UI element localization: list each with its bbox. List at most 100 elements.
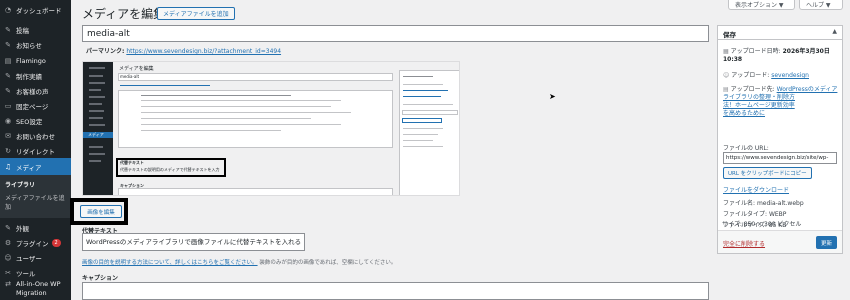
preview-alt-value: 代替テキストの説明用のメディアで代替テキストを入力 [120, 167, 220, 172]
add-media-button[interactable]: メディアファイルを追加 [157, 7, 235, 20]
media-submenu: ライブラリ メディアファイルを追 加 [0, 175, 71, 218]
uploaded-by-label: アップロード: [731, 72, 770, 79]
sidebar-item-label: リダイレクト [16, 147, 55, 156]
file-type-value: WEBP [768, 211, 787, 218]
sidebar-item-media[interactable]: ♫ メディア [0, 158, 71, 175]
submenu-add-new[interactable]: メディアファイルを追 [5, 193, 65, 202]
sidebar-item-label: 投稿 [16, 26, 29, 35]
uploaded-by-row: ☺ アップロード: sevendesign [723, 70, 809, 79]
screen-options-tab[interactable]: 表示オプション ▼ [728, 0, 795, 10]
sidebar-item-dashboard[interactable]: ◔ ダッシュボード [0, 1, 71, 18]
sidebar-item-label: 外観 [16, 224, 29, 233]
sidebar-item-redirect[interactable]: ↻ リダイレクト [0, 142, 71, 159]
preview-menu-line [89, 89, 101, 91]
help-tab[interactable]: ヘルプ ▼ [799, 0, 843, 10]
uploaded-time-row: 10:38 [723, 56, 742, 63]
preview-image-line [141, 100, 341, 101]
dimensions-row: サイズ: 850 × 300 ピクセル [722, 219, 801, 228]
sidebar-item-label: お知らせ [16, 41, 42, 50]
sidebar-item-label: All-in-One WP Migration [16, 280, 61, 298]
sidebar-item-tools[interactable]: ✂ ツール [0, 264, 71, 281]
pin-icon: ✎ [5, 86, 11, 95]
preview-image-line [141, 118, 311, 119]
sidebar-item-migration[interactable]: ⇄ All-in-One WP Migration [0, 280, 71, 300]
sidebar-item-label: メディア [16, 163, 42, 172]
uploaded-by-link[interactable]: sevendesign [771, 72, 809, 79]
preview-panel-line [403, 134, 438, 135]
preview-image-area [118, 90, 393, 148]
tool-icon: ✂ [5, 268, 11, 277]
preview-menu-line [89, 146, 103, 148]
preview-panel-line [403, 146, 443, 147]
file-name-row: ファイル名: media-alt.webp [723, 198, 804, 207]
preview-menu-line [89, 96, 105, 98]
sidebar-item-label: SEO設定 [16, 117, 43, 126]
sidebar-item-news[interactable]: ✎ お知らせ [0, 36, 71, 53]
caption-input[interactable] [82, 282, 709, 300]
uploaded-time-value: 10:38 [723, 56, 743, 63]
user-icon: ☺ [4, 253, 12, 262]
media-icon: ♫ [4, 162, 12, 171]
edit-image-button[interactable]: 画像を編集 [80, 205, 122, 218]
pin-icon: ✎ [5, 40, 11, 49]
plugin-icon: ⚙ [4, 238, 12, 247]
preview-panel-line [403, 76, 433, 77]
gauge-icon: ◔ [4, 5, 12, 14]
seo-icon: ◉ [4, 116, 12, 125]
preview-panel-line [403, 84, 443, 85]
page-icon: ▭ [4, 101, 12, 110]
alt-text-input[interactable]: WordPressのメディアライブラリで画像ファイルに代替テキストを入れる [82, 233, 305, 251]
update-count-badge: 2 [51, 238, 61, 247]
download-file-link[interactable]: ファイルをダウンロード [723, 187, 789, 194]
permalink: パーマリンク: https://www.sevendesign.biz/?att… [86, 46, 281, 55]
image-preview: メディア メディアを編集 media-alt 代替テキスト 代替テキストの説明用… [82, 61, 460, 196]
file-name-label: ファイル名: [723, 200, 756, 207]
permalink-link[interactable]: https://www.sevendesign.biz/?attachment_… [126, 48, 281, 55]
preview-copy-button [402, 118, 442, 123]
submenu-add-new-wrap[interactable]: 加 [5, 202, 11, 211]
preview-panel-line [403, 90, 448, 91]
preview-title-value: media-alt [120, 74, 140, 79]
file-name-value: media-alt.webp [756, 200, 804, 207]
preview-panel-line [403, 104, 453, 105]
preview-menu-line [89, 153, 105, 155]
preview-image-line [141, 95, 291, 96]
save-panel-title: 保存 [723, 31, 736, 39]
pin-icon: ✎ [5, 71, 11, 80]
update-button[interactable]: 更新 [815, 236, 837, 249]
download-row: ファイルをダウンロード [723, 185, 789, 194]
preview-panel-line [403, 140, 433, 141]
permalink-label: パーマリンク: [86, 48, 125, 55]
save-panel-header: 保存 ▲ [718, 26, 842, 40]
preview-menu-line [89, 103, 102, 105]
delete-permanently-link[interactable]: 完全に削除する [723, 239, 765, 248]
appearance-icon: ✎ [5, 223, 11, 232]
uploaded-on-value: 2026年3月30日 [782, 48, 830, 55]
file-type-label: ファイルタイプ: [723, 211, 768, 218]
sidebar-item-label: ダッシュボード [16, 6, 62, 15]
file-url-label: ファイルの URL: [723, 145, 769, 152]
title-input[interactable]: media-alt [82, 25, 709, 42]
preview-alt-label: 代替テキスト [120, 160, 144, 165]
flamingo-icon: ▤ [4, 56, 12, 65]
preview-image-line [141, 130, 281, 131]
alt-text-help-link[interactable]: 画像の目的を説明する方法について、詳しくはこちらをご覧ください。 [82, 260, 258, 266]
preview-title: メディアを編集 [119, 66, 154, 72]
uploaded-on-row: ▦ アップロード日時: 2026年3月30日 [723, 46, 830, 55]
preview-save-panel [399, 70, 459, 195]
uploaded-to-link-line4[interactable]: を高めるために [723, 110, 765, 117]
file-url-input[interactable]: https://www.sevendesign.biz/site/wp- [723, 152, 837, 164]
preview-panel-line [403, 96, 441, 97]
mail-icon: ✉ [5, 131, 11, 140]
copy-url-button[interactable]: URL をクリップボードにコピー [723, 167, 812, 179]
user-icon: ☺ [723, 72, 730, 79]
migration-label-line1: All-in-One WP [16, 280, 61, 288]
calendar-icon: ▦ [723, 48, 729, 55]
preview-title-field [118, 73, 393, 81]
collapse-toggle-icon[interactable]: ▲ [832, 28, 837, 35]
sidebar-item-label: プラグイン [16, 239, 49, 248]
submenu-library[interactable]: ライブラリ [5, 180, 35, 189]
admin-sidebar: ◔ ダッシュボード ✎ 投稿 ✎ お知らせ ▤ Flamingo ✎ 制作実績 … [0, 0, 71, 300]
preview-image-line [141, 124, 341, 125]
dimensions-value: 850 × 300 ピクセル [743, 221, 802, 228]
